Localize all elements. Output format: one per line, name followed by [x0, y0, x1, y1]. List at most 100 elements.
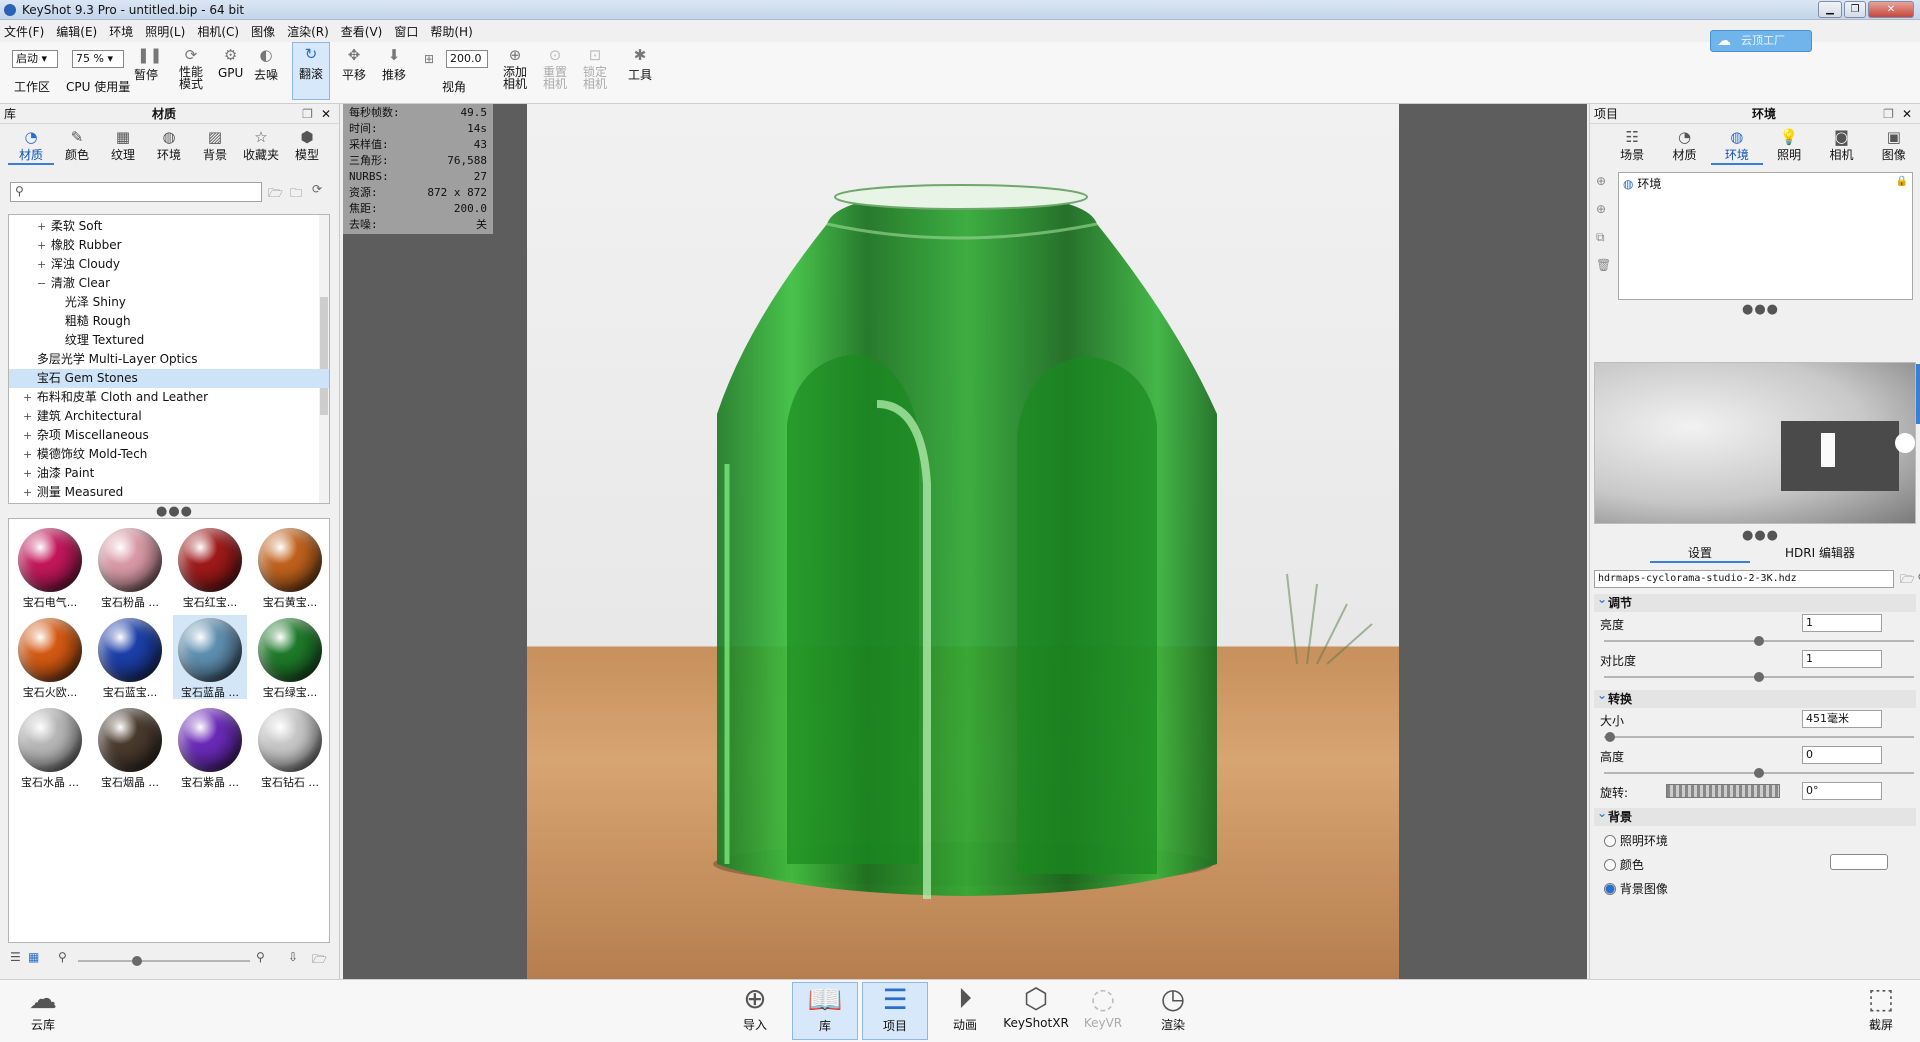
lock-icon[interactable]: 🔒 — [1896, 176, 1908, 187]
menu-lighting[interactable]: 照明(L) — [145, 23, 185, 40]
brightness-input[interactable]: 1 — [1802, 614, 1882, 632]
material-thumbnail[interactable]: 宝石火欧... — [13, 615, 87, 699]
tree-item[interactable]: + 布料和皮革 Cloth and Leather — [9, 388, 329, 407]
performance-mode-button[interactable]: ⟳ 性能 模式 — [176, 44, 206, 90]
tree-item[interactable]: 光泽 Shiny — [9, 293, 329, 312]
menu-view[interactable]: 查看(V) — [341, 23, 383, 40]
preview-scrollbar[interactable] — [1916, 364, 1920, 424]
zoom-in-icon[interactable]: ⚲ — [256, 950, 265, 964]
material-thumbnail[interactable]: 宝石紫晶 ... — [173, 705, 247, 789]
height-slider[interactable] — [1604, 768, 1914, 778]
tab-texture[interactable]: ▦ 纹理 — [100, 128, 146, 165]
tree-item[interactable]: 纹理 Textured — [9, 331, 329, 350]
tab-image[interactable]: ▣ 图像 — [1868, 128, 1920, 165]
tree-item[interactable]: + 柔软 Soft — [9, 217, 329, 236]
cloud-library-button[interactable]: ☁ 云库 — [10, 982, 76, 1040]
menu-image[interactable]: 图像 — [251, 23, 275, 40]
tab-environment[interactable]: ◍ 环境 — [146, 128, 192, 165]
tree-item[interactable]: + 建筑 Architectural — [9, 407, 329, 426]
height-knob[interactable] — [1754, 768, 1764, 778]
background-option-color[interactable]: 颜色 — [1604, 856, 1644, 873]
tab-background[interactable]: ▨ 背景 — [192, 128, 238, 165]
tree-expander-icon[interactable]: + — [37, 255, 47, 274]
float-panel-icon[interactable]: ❐ — [1883, 107, 1894, 121]
maximize-button[interactable]: ❐ — [1844, 1, 1866, 18]
brightness-knob[interactable] — [1754, 636, 1764, 646]
contrast-slider[interactable] — [1604, 672, 1914, 682]
tree-expander-icon[interactable]: + — [23, 388, 33, 407]
tree-item[interactable]: + 浑浊 Cloudy — [9, 255, 329, 274]
minimize-button[interactable]: ▁ — [1818, 1, 1842, 18]
library-search-input[interactable]: ⚲ — [10, 182, 262, 202]
pan-button[interactable]: ✥ 平移 — [342, 44, 366, 83]
tab-model[interactable]: ⬢ 模型 — [284, 128, 330, 165]
add-environment-icon[interactable]: ⊕ — [1596, 174, 1606, 188]
tree-expander-icon[interactable]: + — [37, 236, 47, 255]
open-folder-icon[interactable]: 🗁 — [268, 184, 283, 205]
cloud-badge[interactable]: ☁ 云顶工厂 — [1710, 30, 1812, 52]
transform-section-header[interactable]: 转换 — [1594, 686, 1916, 708]
fov-input[interactable]: 200.0 — [446, 50, 488, 68]
background-option-image[interactable]: 背景图像 — [1604, 880, 1668, 897]
material-thumbnail[interactable]: 宝石钻石 ... — [253, 705, 327, 789]
contrast-input[interactable]: 1 — [1802, 650, 1882, 668]
add-camera-button[interactable]: ⊕ 添加 相机 — [500, 44, 530, 90]
size-knob[interactable] — [1605, 732, 1616, 742]
tree-item[interactable]: + 橡胶 Rubber — [9, 236, 329, 255]
tree-expander-icon[interactable]: + — [23, 426, 33, 445]
lock-camera-button[interactable]: ⊡ 锁定 相机 — [580, 44, 610, 90]
project-button[interactable]: ☰ 项目 — [862, 982, 928, 1040]
copy-environment-icon[interactable]: ⧉ — [1596, 230, 1605, 245]
folder-add-icon[interactable]: 🗀 — [290, 184, 302, 205]
tree-item[interactable]: 多层光学 Multi-Layer Optics — [9, 350, 329, 369]
tab-environment[interactable]: ◍ 环境 — [1710, 128, 1763, 165]
material-thumbnail[interactable]: 宝石蓝宝... — [93, 615, 167, 699]
brightness-slider[interactable] — [1604, 636, 1914, 646]
delete-icon[interactable]: 🗑 — [1596, 258, 1611, 272]
background-color-swatch[interactable] — [1830, 854, 1888, 870]
background-section-header[interactable]: 背景 — [1594, 804, 1916, 826]
open-folder-icon[interactable]: 🗁 — [1900, 570, 1915, 591]
animation-button[interactable]: ⏵ 动画 — [932, 982, 998, 1040]
height-input[interactable]: 0 — [1802, 746, 1882, 764]
grid-view-icon[interactable]: ▦ — [28, 950, 39, 964]
tree-expander-icon[interactable]: + — [23, 407, 33, 426]
tree-item[interactable]: + 油漆 Paint — [9, 464, 329, 483]
render-button[interactable]: ◷ 渲染 — [1140, 982, 1206, 1040]
subtab-hdri-editor[interactable]: HDRI 编辑器 — [1770, 544, 1870, 561]
tab-favorites[interactable]: ☆ 收藏夹 — [238, 128, 284, 165]
duplicate-environment-icon[interactable]: ⊕ — [1596, 202, 1606, 216]
denoise-button[interactable]: ◐ 去噪 — [254, 44, 278, 83]
thumbnail-size-knob[interactable] — [132, 956, 142, 966]
resize-handle-dots[interactable]: ●●● — [1742, 302, 1779, 317]
rotation-dial[interactable] — [1666, 784, 1780, 798]
radio-color[interactable] — [1604, 859, 1616, 871]
material-thumbnail[interactable]: 宝石红宝... — [173, 525, 247, 609]
menu-environment[interactable]: 环境 — [109, 23, 133, 40]
tree-item[interactable]: + 杂项 Miscellaneous — [9, 426, 329, 445]
float-panel-icon[interactable]: ❐ — [302, 107, 313, 121]
adjust-section-header[interactable]: 调节 — [1594, 590, 1916, 612]
tumble-button[interactable]: ↻ 翻滚 — [292, 42, 330, 100]
workspace-select[interactable]: 启动 ▾ — [12, 50, 58, 68]
material-thumbnail[interactable]: 宝石烟晶 ... — [93, 705, 167, 789]
tab-material[interactable]: ◔ 材质 — [8, 128, 54, 165]
download-icon[interactable]: ⇩ — [288, 950, 298, 964]
library-button[interactable]: 📖 库 — [792, 982, 858, 1040]
tab-color[interactable]: ✎ 颜色 — [54, 128, 100, 165]
material-thumbnail[interactable]: 宝石电气... — [13, 525, 87, 609]
material-thumbnail[interactable]: 宝石蓝晶 ... — [173, 615, 247, 699]
folder-upload-icon[interactable]: 🗁 — [312, 950, 327, 971]
resize-handle-dots[interactable]: ●●● — [156, 504, 193, 519]
tree-expander-icon[interactable]: + — [37, 217, 47, 236]
render-viewport[interactable]: 每秒帧数: 49.5 时间: 14s 采样值: 43 三角形: 76,588 NURBS: 27 资… — [343, 104, 1587, 979]
dolly-button[interactable]: ⬇ 推移 — [382, 44, 406, 83]
tree-expander-icon[interactable]: + — [23, 464, 33, 483]
thumbnail-size-slider[interactable] — [78, 956, 250, 966]
hdri-file-input[interactable]: hdrmaps-cyclorama-studio-2-3K.hdz — [1594, 570, 1894, 588]
size-slider[interactable] — [1604, 732, 1914, 742]
material-thumbnail[interactable]: 宝石水晶 ... — [13, 705, 87, 789]
contrast-knob[interactable] — [1754, 672, 1764, 682]
tree-expander-icon[interactable]: + — [23, 483, 33, 502]
material-thumbnail[interactable]: 宝石黄宝... — [253, 525, 327, 609]
